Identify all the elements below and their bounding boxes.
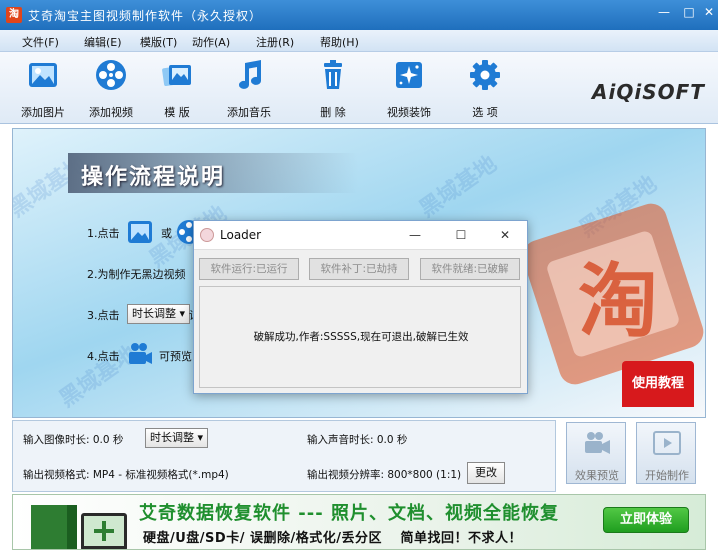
step-1-or: 或 xyxy=(161,227,172,240)
product-box-image xyxy=(31,505,127,549)
loader-app-icon xyxy=(200,228,214,242)
step-2: 2.为制作无黑边视频 xyxy=(87,268,186,281)
loader-title-bar: Loader — ☐ ✕ xyxy=(194,221,527,249)
svg-text:淘: 淘 xyxy=(578,255,658,348)
output-format-label: 输出视频格式: MP4 - 标准视频格式(*.mp4) xyxy=(23,469,229,481)
loader-body: 软件运行:已运行 软件补丁:已劫持 软件就绪:已破解 破解成功,作者:SSSSS… xyxy=(194,249,527,393)
brand-logo: AiQiSOFT xyxy=(592,80,705,104)
menu-file[interactable]: 文件(F) xyxy=(22,34,59,50)
preview-label: 效果预览 xyxy=(575,469,619,482)
flow-title: 操作流程说明 xyxy=(81,165,226,190)
duration-adjust-button[interactable]: 时长调整 ▾ xyxy=(145,428,209,448)
software-patch-button[interactable]: 软件补丁:已劫持 xyxy=(309,258,409,280)
software-ready-button[interactable]: 软件就绪:已破解 xyxy=(420,258,520,280)
loader-title: Loader xyxy=(220,228,262,242)
menu-register[interactable]: 注册(R) xyxy=(256,34,294,50)
gear-icon xyxy=(470,60,500,90)
loader-maximize-button[interactable]: ☐ xyxy=(448,225,474,245)
film-reel-icon xyxy=(96,60,126,90)
image-icon xyxy=(128,221,152,243)
loader-message: 破解成功,作者:SSSSS,现在可退出,破解已生效 xyxy=(253,331,469,343)
output-resolution-label: 输出视频分辨率: 800*800 (1:1) xyxy=(307,469,462,481)
close-button[interactable]: ✕ xyxy=(700,2,718,22)
try-now-button[interactable]: 立即体验 xyxy=(603,507,689,533)
toolbar: 添加图片 添加视频 模 版 添加音乐 删 除 视频装饰 选 项 AiQiSOFT xyxy=(0,52,718,124)
loader-message-panel: 破解成功,作者:SSSSS,现在可退出,破解已生效 xyxy=(199,286,521,388)
minimize-button[interactable]: — xyxy=(652,2,676,22)
menu-action[interactable]: 动作(A) xyxy=(192,34,230,50)
audio-duration-label: 输入声音时长: 0.0 秒 xyxy=(307,434,408,446)
step-4-suffix: 可预览 xyxy=(159,350,192,363)
tutorial-button[interactable]: 使用教程 xyxy=(622,361,694,407)
video-decor-button[interactable]: 视频装饰 xyxy=(376,56,442,122)
ad-headline: 艾奇数据恢复软件 --- 照片、文档、视频全能恢复 xyxy=(139,503,559,524)
options-label: 选 项 xyxy=(472,106,498,119)
preview-button[interactable]: 效果预览 xyxy=(566,422,626,484)
change-resolution-button[interactable]: 更改 xyxy=(467,462,505,484)
template-button[interactable]: 模 版 xyxy=(144,56,210,122)
play-icon xyxy=(653,431,681,455)
delete-label: 删 除 xyxy=(320,106,346,119)
add-video-label: 添加视频 xyxy=(89,106,133,119)
step-4: 4.点击 xyxy=(87,348,120,364)
delete-button[interactable]: 删 除 xyxy=(300,56,366,122)
camera-icon xyxy=(129,343,152,364)
loader-minimize-button[interactable]: — xyxy=(402,225,428,245)
start-button[interactable]: 开始制作 xyxy=(636,422,696,484)
ad-subtext: 硬盘/U盘/SD卡/ 误删除/格式化/丢分区 简单找回！不求人！ xyxy=(143,531,523,546)
window-title: 艾奇淘宝主图视频制作软件（永久授权） xyxy=(28,9,263,23)
options-button[interactable]: 选 项 xyxy=(452,56,518,122)
ad-banner[interactable]: 艾奇数据恢复软件 --- 照片、文档、视频全能恢复 硬盘/U盘/SD卡/ 误删除… xyxy=(12,494,706,550)
step-1-text: 1.点击 xyxy=(87,227,120,240)
menu-template[interactable]: 模版(T) xyxy=(140,34,177,50)
add-video-button[interactable]: 添加视频 xyxy=(78,56,144,122)
step-3-duration-button: 时长调整 ▾ xyxy=(127,304,191,324)
loader-dialog: Loader — ☐ ✕ 软件运行:已运行 软件补丁:已劫持 软件就绪:已破解 … xyxy=(193,220,528,394)
video-decor-label: 视频装饰 xyxy=(387,106,431,119)
watermark: 黑域基地 xyxy=(415,151,502,223)
photos-stack-icon xyxy=(162,65,191,87)
add-image-label: 添加图片 xyxy=(21,106,65,119)
duration-adjust-label: 时长调整 xyxy=(150,431,194,444)
loader-close-button[interactable]: ✕ xyxy=(492,225,518,245)
step-4-text: 4.点击 xyxy=(87,350,120,363)
step-1: 1.点击 xyxy=(87,225,120,241)
app-icon: 淘 xyxy=(6,7,22,23)
step-3-duration-label: 时长调整 xyxy=(132,307,176,320)
add-image-button[interactable]: 添加图片 xyxy=(10,56,76,122)
step-3-text: 3.点击 xyxy=(87,309,120,322)
image-duration-label: 输入图像时长: 0.0 秒 xyxy=(23,434,124,446)
start-label: 开始制作 xyxy=(645,469,689,482)
image-icon xyxy=(29,63,57,87)
sparkle-film-icon xyxy=(396,62,422,88)
camera-icon xyxy=(585,432,610,454)
maximize-button[interactable]: □ xyxy=(677,2,701,22)
menu-bar: 文件(F) 编辑(E) 模版(T) 动作(A) 注册(R) 帮助(H) xyxy=(0,30,718,52)
settings-panel: 输入图像时长: 0.0 秒 时长调整 ▾ 输入声音时长: 0.0 秒 输出视频格… xyxy=(12,420,556,492)
title-bar: 淘 艾奇淘宝主图视频制作软件（永久授权） — □ ✕ xyxy=(0,0,718,30)
menu-help[interactable]: 帮助(H) xyxy=(320,34,359,50)
add-music-label: 添加音乐 xyxy=(227,106,271,119)
trash-icon xyxy=(324,60,342,89)
template-label: 模 版 xyxy=(164,106,190,119)
software-running-button[interactable]: 软件运行:已运行 xyxy=(199,258,299,280)
menu-edit[interactable]: 编辑(E) xyxy=(84,34,122,50)
add-music-button[interactable]: 添加音乐 xyxy=(216,56,282,122)
step-3: 3.点击 xyxy=(87,307,120,323)
music-note-icon xyxy=(239,60,261,89)
